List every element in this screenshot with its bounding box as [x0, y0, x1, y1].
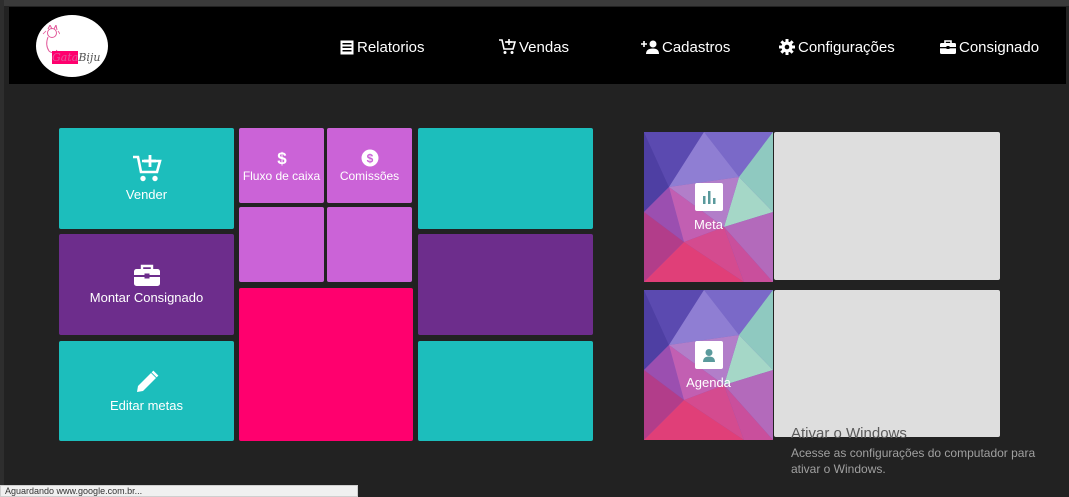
- list-icon: [340, 40, 354, 54]
- windows-activation-subtitle: Acesse as configurações do computador pa…: [791, 446, 1036, 476]
- window-frame-top: [0, 0, 1069, 6]
- nav-relatorios[interactable]: Relatorios: [340, 37, 425, 57]
- nav-vendas-label: Vendas: [519, 38, 570, 56]
- tile-vender[interactable]: Vender: [59, 128, 234, 229]
- tile-meta-label: Meta: [694, 216, 723, 232]
- nav-relatorios-label: Relatorios: [357, 38, 425, 56]
- meta-icon-box: [694, 182, 723, 211]
- tile-empty-violet-1[interactable]: [239, 207, 324, 282]
- briefcase-icon: [133, 264, 160, 286]
- meta-content-panel: [774, 132, 1000, 280]
- agenda-content-panel: [774, 290, 1000, 437]
- cart-plus-icon: [499, 39, 516, 54]
- navbar: GataBiju Relatorios Vendas Cadastros Con…: [9, 7, 1066, 84]
- tile-meta[interactable]: Meta: [644, 132, 773, 282]
- tile-montar-consignado[interactable]: Montar Consignado: [59, 234, 234, 335]
- nav-cadastros-label: Cadastros: [662, 38, 731, 56]
- tile-empty-teal-2[interactable]: [418, 341, 593, 441]
- svg-text:$: $: [277, 149, 287, 167]
- tile-empty-teal-1[interactable]: [418, 128, 593, 229]
- tile-fluxo-de-caixa[interactable]: $ Fluxo de caixa: [239, 128, 324, 203]
- svg-text:$: $: [366, 151, 373, 165]
- agenda-icon-box: [694, 340, 723, 369]
- contact-icon: [702, 348, 715, 362]
- cart-plus-icon: [132, 155, 162, 182]
- nav-cadastros[interactable]: Cadastros: [641, 37, 730, 57]
- tile-agenda-label: Agenda: [686, 374, 731, 390]
- nav-configuracoes[interactable]: Configurações: [779, 37, 895, 57]
- dollar-circle-icon: $: [361, 149, 378, 166]
- briefcase-icon: [940, 40, 956, 54]
- tile-empty-pink[interactable]: [239, 288, 413, 441]
- browser-status-bar: Aguardando www.google.com.br...: [0, 485, 358, 497]
- brand-logo[interactable]: GataBiju: [36, 15, 108, 77]
- nav-vendas[interactable]: Vendas: [499, 37, 569, 57]
- tile-comissoes-label: Comissões: [339, 168, 400, 183]
- windows-activation-title: Ativar o Windows: [791, 425, 907, 442]
- nav-consignado-label: Consignado: [959, 38, 1040, 56]
- window-frame-left: [0, 0, 4, 497]
- tile-montar-label: Montar Consignado: [89, 290, 204, 305]
- bar-chart-icon: [702, 190, 715, 204]
- tile-empty-purple-1[interactable]: [418, 234, 593, 335]
- tile-fluxo-label: Fluxo de caixa: [242, 168, 321, 183]
- nav-configuracoes-label: Configurações: [798, 38, 895, 56]
- tile-agenda[interactable]: Agenda: [644, 290, 773, 440]
- tile-vender-label: Vender: [125, 187, 168, 202]
- tile-editar-metas[interactable]: Editar metas: [59, 341, 234, 441]
- tile-editar-label: Editar metas: [110, 397, 183, 413]
- nav-consignado[interactable]: Consignado: [940, 37, 1039, 57]
- gear-icon: [779, 39, 795, 55]
- dollar-icon: $: [277, 149, 287, 167]
- tile-comissoes[interactable]: $ Comissões: [327, 128, 412, 203]
- pencil-icon: [136, 370, 158, 392]
- user-plus-icon: [641, 40, 659, 54]
- brand-wordmark: GataBiju: [52, 51, 101, 64]
- tile-empty-violet-2[interactable]: [327, 207, 412, 282]
